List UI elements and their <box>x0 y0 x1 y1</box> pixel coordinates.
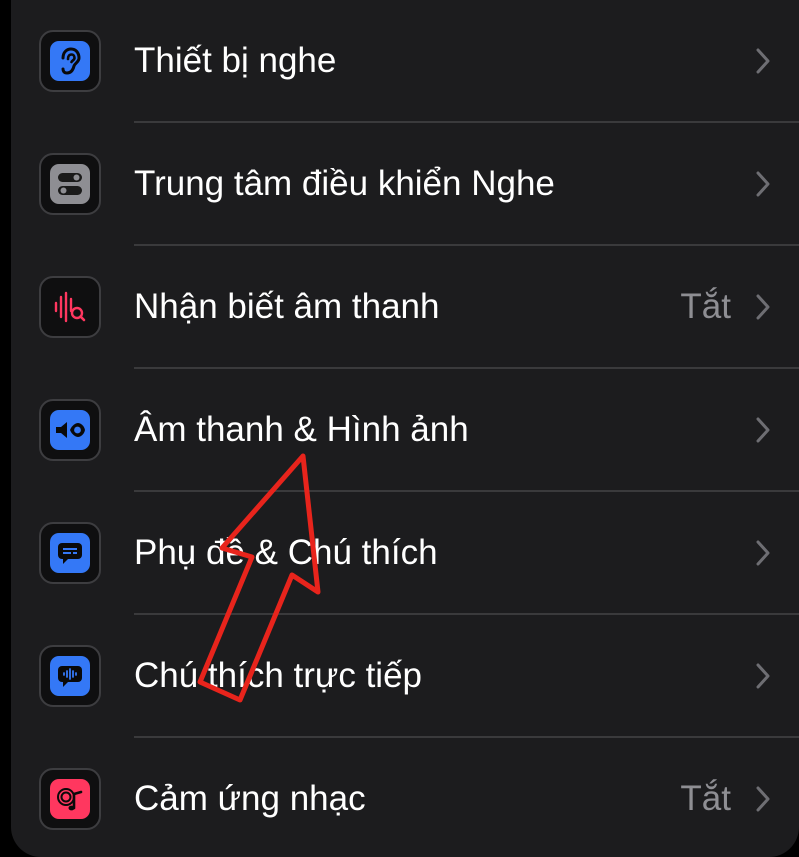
row-subtitles-captions[interactable]: Phụ đề & Chú thích <box>11 492 799 614</box>
row-label: Nhận biết âm thanh <box>134 287 440 326</box>
music-haptics-icon <box>39 768 101 830</box>
chevron-right-icon <box>756 417 770 443</box>
toggles-icon <box>39 153 101 215</box>
hearing-settings-list: Thiết bị nghe Trung tâm điều khiển Nghe <box>11 0 799 857</box>
chevron-right-icon <box>756 540 770 566</box>
speaker-eye-icon <box>39 399 101 461</box>
row-hearing-devices[interactable]: Thiết bị nghe <box>11 0 799 122</box>
row-hearing-control-center[interactable]: Trung tâm điều khiển Nghe <box>11 123 799 245</box>
subtitles-icon <box>39 522 101 584</box>
row-label: Phụ đề & Chú thích <box>134 533 438 572</box>
row-audio-visual[interactable]: Âm thanh & Hình ảnh <box>11 369 799 491</box>
chevron-right-icon <box>756 48 770 74</box>
live-captions-icon <box>39 645 101 707</box>
chevron-right-icon <box>756 294 770 320</box>
chevron-right-icon <box>756 786 770 812</box>
ear-icon <box>39 30 101 92</box>
chevron-right-icon <box>756 663 770 689</box>
row-music-haptics[interactable]: Cảm ứng nhạc Tắt <box>11 738 799 857</box>
row-sound-recognition[interactable]: Nhận biết âm thanh Tắt <box>11 246 799 368</box>
row-live-captions[interactable]: Chú thích trực tiếp <box>11 615 799 737</box>
row-value: Tắt <box>680 287 731 326</box>
row-label: Thiết bị nghe <box>134 41 337 80</box>
row-label: Trung tâm điều khiển Nghe <box>134 164 555 203</box>
row-label: Cảm ứng nhạc <box>134 779 366 818</box>
sound-recognition-icon <box>39 276 101 338</box>
row-label: Chú thích trực tiếp <box>134 656 422 695</box>
row-label: Âm thanh & Hình ảnh <box>134 410 469 449</box>
row-value: Tắt <box>680 779 731 818</box>
chevron-right-icon <box>756 171 770 197</box>
